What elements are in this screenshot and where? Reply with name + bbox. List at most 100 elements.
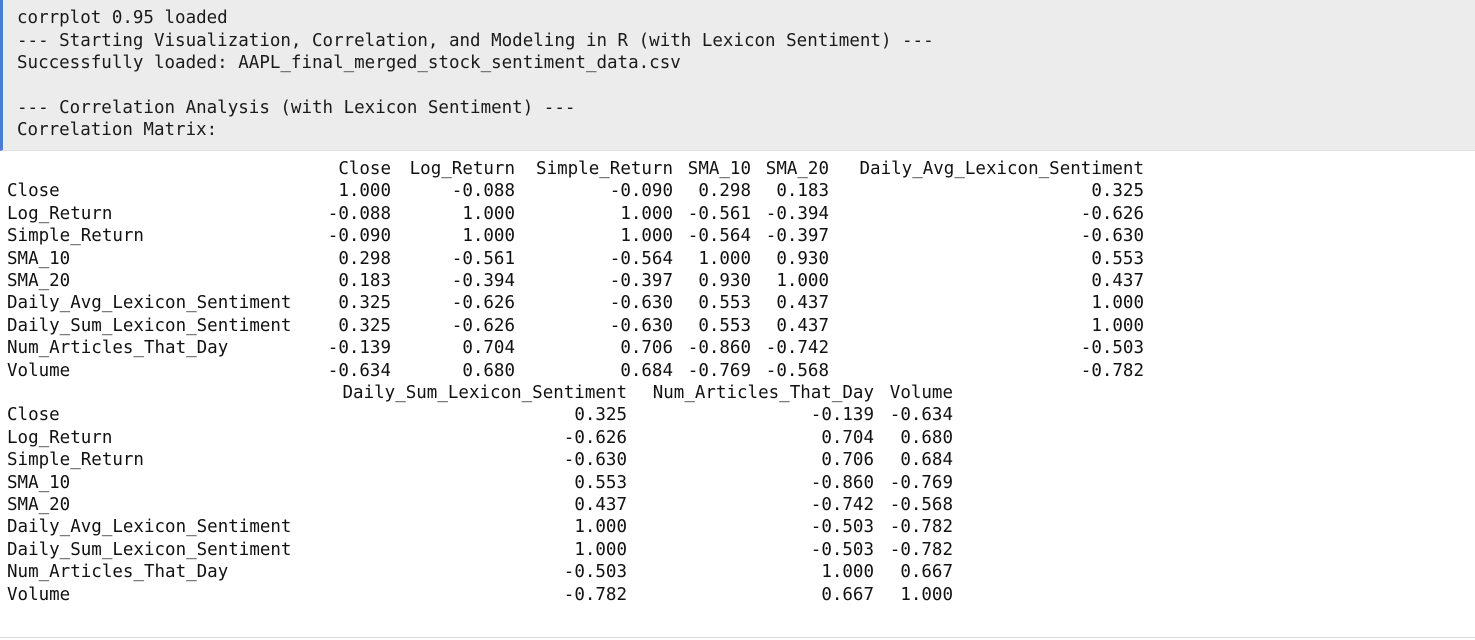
row-label: Num_Articles_That_Day bbox=[7, 338, 229, 359]
console-message-panel: corrplot 0.95 loaded --- Starting Visual… bbox=[0, 0, 1475, 151]
matrix-cell: 0.553 bbox=[1091, 248, 1144, 269]
matrix-cell: -0.630 bbox=[1080, 226, 1144, 247]
matrix-cell: -0.769 bbox=[889, 472, 953, 493]
row-label: Num_Articles_That_Day bbox=[7, 562, 229, 583]
matrix-cell: -0.634 bbox=[889, 405, 953, 426]
row-label: SMA_10 bbox=[7, 248, 71, 269]
matrix-cell: 0.680 bbox=[900, 427, 953, 448]
matrix-cell: -0.568 bbox=[889, 495, 953, 515]
matrix-cell: 0.325 bbox=[338, 315, 391, 336]
matrix-cell: -0.090 bbox=[609, 181, 673, 202]
matrix-cell: 0.704 bbox=[462, 338, 515, 359]
matrix-cell: 0.325 bbox=[338, 293, 391, 314]
row-label: Volume bbox=[7, 360, 71, 381]
matrix-cell: 0.930 bbox=[698, 271, 751, 291]
matrix-cell: 1.000 bbox=[1091, 293, 1144, 314]
matrix-cell: 0.298 bbox=[698, 181, 751, 202]
matrix-cell: 0.706 bbox=[620, 338, 673, 359]
matrix-cell: -0.561 bbox=[451, 248, 515, 269]
matrix-cell: -0.860 bbox=[810, 472, 874, 493]
matrix-cell: -0.394 bbox=[765, 203, 829, 224]
column-header: SMA_20 bbox=[765, 159, 829, 179]
matrix-cell: 0.325 bbox=[574, 405, 627, 426]
matrix-cell: 0.684 bbox=[900, 450, 953, 471]
matrix-cell: -0.564 bbox=[609, 248, 673, 269]
matrix-cell: -0.397 bbox=[609, 271, 673, 291]
matrix-cell: 1.000 bbox=[776, 271, 829, 291]
matrix-cell: -0.561 bbox=[687, 203, 751, 224]
matrix-cell: -0.394 bbox=[451, 271, 515, 291]
matrix-cell: -0.626 bbox=[563, 427, 627, 448]
matrix-cell: -0.090 bbox=[327, 226, 391, 247]
matrix-cell: 0.437 bbox=[776, 293, 829, 314]
matrix-cell: -0.503 bbox=[563, 562, 627, 583]
matrix-cell: 1.000 bbox=[620, 226, 673, 247]
matrix-cell: 0.325 bbox=[1091, 181, 1144, 202]
matrix-cell: 0.183 bbox=[776, 181, 829, 202]
message-line: corrplot 0.95 loaded bbox=[17, 8, 228, 28]
matrix-cell: 0.298 bbox=[338, 248, 391, 269]
row-label: Log_Return bbox=[7, 427, 113, 448]
row-label: SMA_20 bbox=[7, 495, 71, 515]
matrix-cell: -0.088 bbox=[451, 181, 515, 202]
matrix-cell: -0.626 bbox=[451, 315, 515, 336]
matrix-cell: 1.000 bbox=[338, 181, 391, 202]
matrix-cell: -0.626 bbox=[1080, 203, 1144, 224]
row-label: SMA_20 bbox=[7, 271, 71, 291]
row-label: Log_Return bbox=[7, 203, 113, 224]
matrix-cell: -0.782 bbox=[889, 517, 953, 538]
row-label: Daily_Sum_Lexicon_Sentiment bbox=[7, 315, 292, 336]
matrix-cell: -0.782 bbox=[889, 539, 953, 560]
message-line: Successfully loaded: AAPL_final_merged_s… bbox=[17, 53, 681, 73]
matrix-cell: 1.000 bbox=[698, 248, 751, 269]
matrix-cell: 1.000 bbox=[462, 203, 515, 224]
row-label: Daily_Sum_Lexicon_Sentiment bbox=[7, 539, 292, 560]
matrix-cell: 0.706 bbox=[821, 450, 874, 471]
message-line: --- Starting Visualization, Correlation,… bbox=[17, 31, 934, 51]
matrix-cell: -0.742 bbox=[765, 338, 829, 359]
row-label: Volume bbox=[7, 584, 71, 605]
row-label: Close bbox=[7, 405, 60, 426]
matrix-cell: -0.634 bbox=[327, 360, 391, 381]
matrix-cell: -0.769 bbox=[687, 360, 751, 381]
column-header: Volume bbox=[889, 383, 953, 403]
matrix-cell: 0.553 bbox=[698, 293, 751, 314]
matrix-cell: 1.000 bbox=[462, 226, 515, 247]
row-label: SMA_10 bbox=[7, 472, 71, 493]
matrix-cell: 0.930 bbox=[776, 248, 829, 269]
matrix-cell: -0.503 bbox=[810, 517, 874, 538]
matrix-cell: 0.437 bbox=[574, 495, 627, 515]
matrix-cell: -0.782 bbox=[1080, 360, 1144, 381]
message-line: --- Correlation Analysis (with Lexicon S… bbox=[17, 98, 576, 118]
row-label: Daily_Avg_Lexicon_Sentiment bbox=[7, 293, 292, 314]
matrix-cell: 1.000 bbox=[821, 562, 874, 583]
matrix-cell: 0.667 bbox=[900, 562, 953, 583]
matrix-cell: -0.742 bbox=[810, 495, 874, 515]
matrix-cell: 0.704 bbox=[821, 427, 874, 448]
matrix-cell: 0.437 bbox=[1091, 271, 1144, 291]
row-label: Simple_Return bbox=[7, 450, 144, 471]
matrix-cell: -0.088 bbox=[327, 203, 391, 224]
matrix-cell: -0.630 bbox=[563, 450, 627, 471]
matrix-cell: 0.684 bbox=[620, 360, 673, 381]
matrix-cell: -0.630 bbox=[609, 293, 673, 314]
row-label: Daily_Avg_Lexicon_Sentiment bbox=[7, 517, 292, 538]
matrix-cell: 1.000 bbox=[900, 584, 953, 605]
matrix-cell: -0.139 bbox=[810, 405, 874, 426]
matrix-cell: -0.503 bbox=[810, 539, 874, 560]
row-label: Close bbox=[7, 181, 60, 202]
matrix-cell: 0.183 bbox=[338, 271, 391, 291]
matrix-cell: 0.553 bbox=[574, 472, 627, 493]
matrix-cell: 0.553 bbox=[698, 315, 751, 336]
matrix-cell: 0.667 bbox=[821, 584, 874, 605]
matrix-cell: -0.782 bbox=[563, 584, 627, 605]
matrix-cell: -0.139 bbox=[327, 338, 391, 359]
correlation-matrix-output: Close Log_Return Simple_Return SMA_10 SMA_20… bbox=[0, 151, 1475, 640]
matrix-cell: -0.860 bbox=[687, 338, 751, 359]
matrix-cell: -0.626 bbox=[451, 293, 515, 314]
column-header: Daily_Avg_Lexicon_Sentiment bbox=[859, 159, 1144, 179]
matrix-cell: 1.000 bbox=[574, 539, 627, 560]
matrix-cell: 1.000 bbox=[574, 517, 627, 538]
matrix-cell: -0.397 bbox=[765, 226, 829, 247]
matrix-cell: 1.000 bbox=[1091, 315, 1144, 336]
